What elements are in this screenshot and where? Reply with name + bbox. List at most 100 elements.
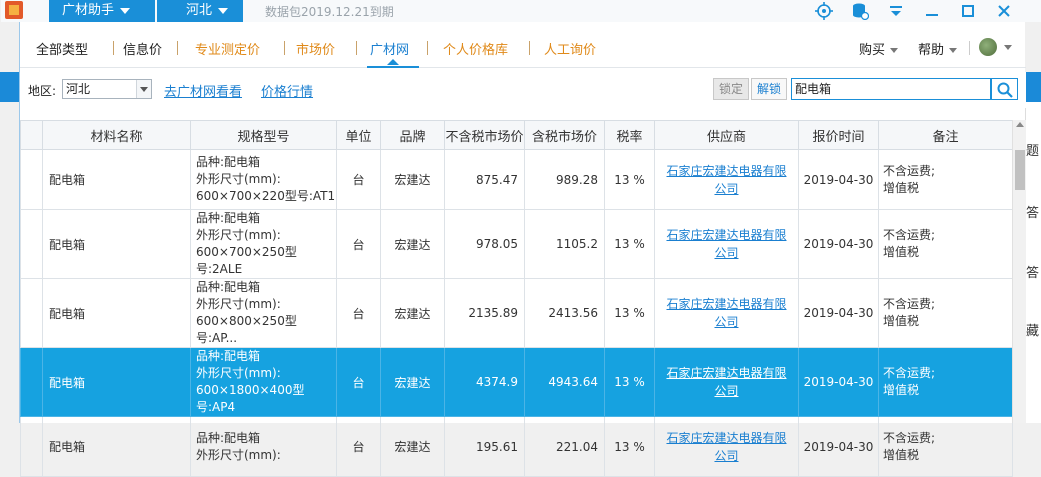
search-button[interactable]	[991, 78, 1018, 100]
window-controls	[806, 0, 1022, 22]
material-name-cell: 配电箱	[42, 416, 191, 477]
price-in-tax-cell: 989.28	[524, 149, 605, 210]
supplier-link[interactable]: 石家庄宏建达电器有限公司	[654, 416, 799, 477]
column-header[interactable]: 供应商	[654, 120, 799, 150]
chevron-down-icon	[890, 48, 899, 53]
tab-professional-price[interactable]: 专业测定价	[195, 39, 260, 58]
tab-info-price[interactable]: 信息价	[123, 39, 162, 58]
chevron-down-icon[interactable]	[1004, 45, 1012, 50]
spec-cell: 品种:配电箱 外形尺寸(mm): 600×1800×400型号:AP4	[190, 347, 337, 417]
tax-rate-cell: 13 %	[604, 209, 655, 279]
background-window-right-edge: 题 答 答 藏	[1025, 102, 1041, 423]
tax-rate-cell: 13 %	[604, 149, 655, 210]
column-header[interactable]: 规格型号	[190, 120, 337, 150]
material-name-cell: 配电箱	[42, 347, 191, 417]
price-in-tax-cell: 1105.2	[524, 209, 605, 279]
unlock-button[interactable]: 解锁	[751, 78, 787, 100]
tax-rate-cell: 13 %	[604, 347, 655, 417]
quote-date-cell: 2019-04-30	[798, 278, 879, 348]
avatar[interactable]	[979, 38, 997, 56]
region-select[interactable]: 河北	[62, 79, 152, 99]
tax-rate-cell: 13 %	[604, 278, 655, 348]
data-package-info: 数据包2019.12.21到期	[265, 5, 394, 19]
table-row[interactable]: 配电箱 品种:配电箱 外形尺寸(mm): 600×700×250型号:2ALE 台宏…	[20, 209, 1013, 279]
table-row[interactable]: 配电箱 品种:配电箱 外形尺寸(mm): 台宏建达 195.61 221.04 13 % 石…	[20, 416, 1013, 477]
help-menu[interactable]: 帮助	[918, 39, 958, 58]
tab-market-price[interactable]: 市场价	[296, 39, 335, 58]
material-name-cell: 配电箱	[42, 209, 191, 279]
lock-button[interactable]: 锁定	[713, 78, 749, 100]
scroll-up-icon[interactable]	[1016, 122, 1024, 127]
tab-all-types[interactable]: 全部类型	[36, 39, 88, 58]
search-icon	[997, 82, 1013, 98]
brand-cell: 宏建达	[380, 149, 445, 210]
side-fragment: 题	[1026, 144, 1040, 159]
region-dropdown[interactable]: 河北	[157, 0, 243, 22]
column-header[interactable]: 含税市场价	[524, 120, 605, 150]
side-fragment: 答	[1026, 206, 1040, 221]
price-in-tax-cell: 4943.64	[524, 347, 605, 417]
tab-guangcai-net[interactable]: 广材网	[370, 39, 409, 58]
supplier-link[interactable]: 石家庄宏建达电器有限公司	[654, 347, 799, 417]
side-fragment: 藏	[1026, 324, 1040, 339]
close-icon[interactable]	[986, 0, 1022, 22]
unit-cell: 台	[336, 149, 381, 210]
filter-bar: 地区: 河北 去广材网看看 价格行情 锁定 解锁 配电箱	[20, 72, 1026, 108]
price-ex-tax-cell: 2135.89	[444, 278, 525, 348]
region-select-value: 河北	[66, 82, 91, 96]
unit-cell: 台	[336, 278, 381, 348]
region-filter-label: 地区:	[28, 84, 57, 98]
quote-date-cell: 2019-04-30	[798, 149, 879, 210]
database-icon[interactable]	[842, 0, 878, 22]
brand-cell: 宏建达	[380, 416, 445, 477]
nav-divider	[177, 41, 178, 55]
quote-date-cell: 2019-04-30	[798, 347, 879, 417]
column-header[interactable]: 不含税市场价	[444, 120, 525, 150]
column-header[interactable]: 报价时间	[798, 120, 879, 150]
minimize-icon[interactable]	[914, 0, 950, 22]
supplier-link[interactable]: 石家庄宏建达电器有限公司	[654, 278, 799, 348]
chevron-down-icon[interactable]	[136, 80, 151, 98]
scroll-thumb[interactable]	[1015, 150, 1025, 190]
table-vertical-scrollbar[interactable]	[1012, 120, 1026, 423]
row-marker	[20, 347, 43, 417]
nav-divider	[969, 41, 970, 55]
unit-cell: 台	[336, 416, 381, 477]
goto-guangcai-link[interactable]: 去广材网看看	[164, 81, 242, 100]
table-row[interactable]: 配电箱 品种:配电箱 外形尺寸(mm): 600×700×220型号:AT1 台宏建…	[20, 149, 1013, 210]
material-name-cell: 配电箱	[42, 278, 191, 348]
note-cell: 不含运费; 增值税	[878, 149, 1013, 210]
tab-manual-inquiry[interactable]: 人工询价	[544, 39, 596, 58]
chevron-down-icon	[120, 7, 131, 14]
app-name-dropdown[interactable]: 广材助手	[49, 0, 155, 22]
note-cell: 不含运费; 增值税	[878, 209, 1013, 279]
chevron-down-icon	[218, 7, 229, 14]
buy-menu[interactable]: 购买	[859, 39, 899, 58]
price-trend-link[interactable]: 价格行情	[261, 81, 313, 100]
price-ex-tax-cell: 875.47	[444, 149, 525, 210]
supplier-link[interactable]: 石家庄宏建达电器有限公司	[654, 209, 799, 279]
nav-divider	[284, 41, 285, 55]
column-header[interactable]: 品牌	[380, 120, 445, 150]
price-in-tax-cell: 2413.56	[524, 278, 605, 348]
nav-divider	[529, 41, 530, 55]
column-header[interactable]: 备注	[878, 120, 1013, 150]
column-header[interactable]: 单位	[336, 120, 381, 150]
tab-personal-price-library[interactable]: 个人价格库	[443, 39, 508, 58]
maximize-icon[interactable]	[950, 0, 986, 22]
help-label: 帮助	[918, 43, 945, 58]
menu-dropdown-icon[interactable]	[878, 0, 914, 22]
title-bar: 广材助手 河北 数据包2019.12.21到期	[1, 0, 1041, 22]
column-header[interactable]: 材料名称	[42, 120, 191, 150]
search-input[interactable]: 配电箱	[791, 78, 991, 100]
brand-cell: 宏建达	[380, 278, 445, 348]
row-marker-header	[20, 120, 43, 150]
row-marker	[20, 149, 43, 210]
table-row[interactable]: 配电箱 品种:配电箱 外形尺寸(mm): 600×1800×400型号:AP4 台宏…	[20, 347, 1013, 417]
region-label: 河北	[186, 3, 213, 18]
main-nav: 全部类型 信息价 专业测定价 市场价 广材网 个人价格库 人工询价 购买 帮助	[20, 28, 1026, 68]
table-row[interactable]: 配电箱 品种:配电箱 外形尺寸(mm): 600×800×250型号:AP... 台…	[20, 278, 1013, 348]
column-header[interactable]: 税率	[604, 120, 655, 150]
locate-icon[interactable]	[806, 0, 842, 22]
supplier-link[interactable]: 石家庄宏建达电器有限公司	[654, 149, 799, 210]
